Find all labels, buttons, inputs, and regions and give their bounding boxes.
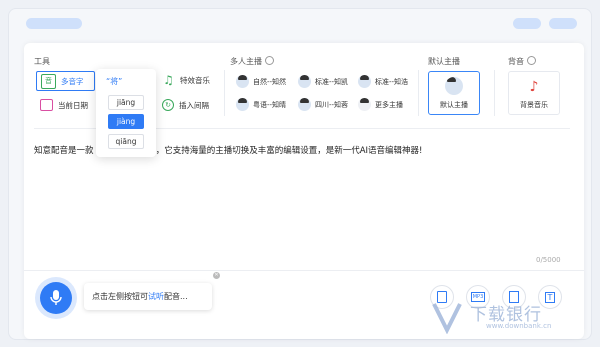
default-anchor-title: 默认主播	[428, 57, 460, 66]
avatar	[445, 77, 463, 95]
tool-polyphone[interactable]: 音 多音字	[36, 71, 95, 91]
editor-text[interactable]: 知意配音是一款 文字转语音软件，它支持海量的主播切换及丰富的编辑设置，是新一代A…	[34, 144, 422, 156]
close-icon[interactable]: ✕	[213, 272, 220, 279]
anchor-zhirong[interactable]: 四川--知蓉	[298, 98, 348, 111]
pinyin-option-selected[interactable]: jiàng	[108, 114, 144, 129]
anchor-zhihao[interactable]: 标准--知浩	[358, 75, 408, 88]
header-button-1[interactable]	[513, 18, 541, 29]
anchor-zhikai[interactable]: 标准--知凯	[298, 75, 348, 88]
avatar	[358, 75, 371, 88]
gear-icon[interactable]	[527, 56, 536, 65]
microphone-icon	[50, 290, 62, 305]
pinyin-option[interactable]: qiāng	[108, 134, 144, 149]
bgm-title: 背音	[508, 56, 536, 67]
avatar	[298, 98, 311, 111]
anchor-zhiqing[interactable]: 粤语--知晴	[236, 98, 286, 111]
watermark-url: www.downbank.cn	[486, 322, 552, 330]
music-note-icon: ♫	[163, 73, 174, 87]
mic-button[interactable]	[40, 282, 72, 314]
polyphone-icon: 音	[41, 73, 56, 89]
header-button-2[interactable]	[549, 18, 577, 29]
music-note-icon: ♪	[529, 79, 539, 95]
listen-link[interactable]: 试听	[148, 292, 164, 301]
background-music-card[interactable]: ♪ 背景音乐	[508, 71, 560, 115]
text-icon: T	[544, 291, 556, 303]
default-anchor-card[interactable]: 默认主播	[428, 71, 480, 115]
listen-prompt: 点击左侧按钮可试听配音...	[84, 283, 212, 310]
avatar	[298, 75, 311, 88]
divider	[24, 270, 584, 271]
anchor-more[interactable]: 更多主播	[358, 98, 403, 111]
popup-char: “将”	[106, 77, 123, 86]
tools-title: 工具	[34, 57, 50, 66]
tool-insert-interval[interactable]: ↻ 插入间隔	[162, 96, 209, 114]
multi-anchor-title: 多人主播	[230, 56, 274, 67]
divider	[494, 70, 495, 116]
more-icon	[358, 98, 371, 111]
gear-icon[interactable]	[265, 56, 274, 65]
avatar	[236, 75, 249, 88]
tool-current-date[interactable]: 当前日期	[40, 96, 88, 114]
avatar	[236, 98, 249, 111]
watermark-logo-icon	[432, 303, 462, 334]
interval-icon: ↻	[162, 99, 174, 111]
polyphone-popup: “将” jiāng jiàng qiāng	[96, 69, 156, 157]
divider	[224, 70, 225, 116]
title-placeholder	[26, 18, 82, 29]
pinyin-option[interactable]: jiāng	[108, 95, 144, 110]
char-count: 0/5000	[536, 256, 561, 264]
divider	[418, 70, 419, 116]
calendar-icon	[40, 99, 53, 111]
tool-effect-music[interactable]: ♫ 特效音乐	[162, 71, 210, 89]
anchor-ziran[interactable]: 自然--知然	[236, 75, 286, 88]
